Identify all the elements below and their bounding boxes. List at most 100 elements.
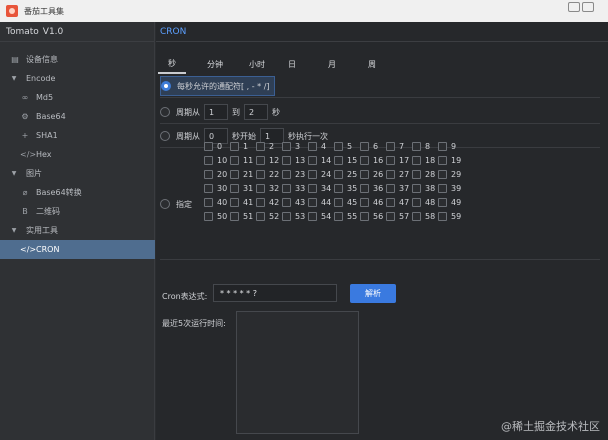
checkbox-icon[interactable] [230,183,239,193]
checkbox-icon[interactable] [386,211,395,221]
second-checkbox[interactable]: 8 [412,139,440,153]
tab-second[interactable]: 秒 [158,54,186,74]
sidebar-item-hex[interactable]: </> Hex [0,145,155,164]
checkbox-icon[interactable] [256,155,265,165]
sidebar-item-sha1[interactable]: + SHA1 [0,126,155,145]
second-checkbox[interactable]: 46 [360,195,388,209]
second-checkbox[interactable]: 42 [256,195,284,209]
checkbox-icon[interactable] [256,197,265,207]
sidebar-item-qrcode[interactable]: B 二维码 [0,202,155,221]
cron-expression-input[interactable]: * * * * * ? [213,284,337,302]
option-assign[interactable]: 指定 [160,196,192,212]
checkbox-icon[interactable] [204,141,213,151]
option-every-second[interactable]: 每秒允许的通配符[ , - * /] [160,76,275,96]
second-checkbox[interactable]: 40 [204,195,232,209]
checkbox-icon[interactable] [334,169,343,179]
checkbox-icon[interactable] [282,183,291,193]
checkbox-icon[interactable] [412,183,421,193]
sidebar-group-utilities[interactable]: ▼ 实用工具 [0,221,155,240]
radio-every-second[interactable] [161,81,171,91]
second-checkbox[interactable]: 21 [230,167,258,181]
second-checkbox[interactable]: 3 [282,139,310,153]
second-checkbox[interactable]: 58 [412,209,440,223]
checkbox-icon[interactable] [308,169,317,179]
second-checkbox[interactable]: 31 [230,181,258,195]
second-checkbox[interactable]: 23 [282,167,310,181]
second-checkbox[interactable]: 51 [230,209,258,223]
checkbox-icon[interactable] [412,141,421,151]
second-checkbox[interactable]: 25 [334,167,362,181]
second-checkbox[interactable]: 33 [282,181,310,195]
radio-period-range[interactable] [160,107,170,117]
tab-hour[interactable]: 小时 [244,54,270,74]
second-checkbox[interactable]: 4 [308,139,336,153]
tray-icon[interactable] [568,2,580,12]
checkbox-icon[interactable] [360,211,369,221]
checkbox-icon[interactable] [412,169,421,179]
checkbox-icon[interactable] [360,169,369,179]
sidebar-group-image[interactable]: ▼ 图片 [0,164,155,183]
tab-month[interactable]: 月 [322,54,342,74]
second-checkbox[interactable]: 24 [308,167,336,181]
second-checkbox[interactable]: 2 [256,139,284,153]
second-checkbox[interactable]: 13 [282,153,310,167]
checkbox-icon[interactable] [256,211,265,221]
second-checkbox[interactable]: 38 [412,181,440,195]
second-checkbox[interactable]: 22 [256,167,284,181]
second-checkbox[interactable]: 20 [204,167,232,181]
checkbox-icon[interactable] [204,155,213,165]
checkbox-icon[interactable] [334,155,343,165]
recent-runs-output[interactable] [236,311,359,434]
second-checkbox[interactable]: 35 [334,181,362,195]
second-checkbox[interactable]: 34 [308,181,336,195]
second-checkbox[interactable]: 41 [230,195,258,209]
sidebar-item-device-info[interactable]: ▤ 设备信息 [0,50,155,69]
checkbox-icon[interactable] [308,183,317,193]
checkbox-icon[interactable] [230,169,239,179]
second-checkbox[interactable]: 56 [360,209,388,223]
tray-icon[interactable] [582,2,594,12]
second-checkbox[interactable]: 1 [230,139,258,153]
checkbox-icon[interactable] [386,155,395,165]
second-checkbox[interactable]: 44 [308,195,336,209]
checkbox-icon[interactable] [438,211,447,221]
checkbox-icon[interactable] [230,197,239,207]
second-checkbox[interactable]: 50 [204,209,232,223]
second-checkbox[interactable]: 59 [438,209,466,223]
checkbox-icon[interactable] [282,141,291,151]
second-checkbox[interactable]: 15 [334,153,362,167]
checkbox-icon[interactable] [438,197,447,207]
checkbox-icon[interactable] [360,155,369,165]
second-checkbox[interactable]: 39 [438,181,466,195]
checkbox-icon[interactable] [386,183,395,193]
checkbox-icon[interactable] [438,183,447,193]
second-checkbox[interactable]: 17 [386,153,414,167]
second-checkbox[interactable]: 12 [256,153,284,167]
second-checkbox[interactable]: 9 [438,139,466,153]
second-checkbox[interactable]: 52 [256,209,284,223]
checkbox-icon[interactable] [282,211,291,221]
second-checkbox[interactable]: 57 [386,209,414,223]
second-checkbox[interactable]: 32 [256,181,284,195]
second-checkbox[interactable]: 43 [282,195,310,209]
checkbox-icon[interactable] [204,183,213,193]
checkbox-icon[interactable] [438,169,447,179]
checkbox-icon[interactable] [230,211,239,221]
checkbox-icon[interactable] [256,141,265,151]
checkbox-icon[interactable] [256,183,265,193]
checkbox-icon[interactable] [386,141,395,151]
radio-assign[interactable] [160,199,170,209]
second-checkbox[interactable]: 5 [334,139,362,153]
checkbox-icon[interactable] [334,183,343,193]
second-checkbox[interactable]: 45 [334,195,362,209]
second-checkbox[interactable]: 28 [412,167,440,181]
radio-cycle[interactable] [160,131,170,141]
second-checkbox[interactable]: 19 [438,153,466,167]
second-checkbox[interactable]: 0 [204,139,232,153]
second-checkbox[interactable]: 30 [204,181,232,195]
second-checkbox[interactable]: 7 [386,139,414,153]
checkbox-icon[interactable] [386,197,395,207]
parse-button[interactable]: 解析 [350,284,396,303]
checkbox-icon[interactable] [308,197,317,207]
second-checkbox[interactable]: 27 [386,167,414,181]
